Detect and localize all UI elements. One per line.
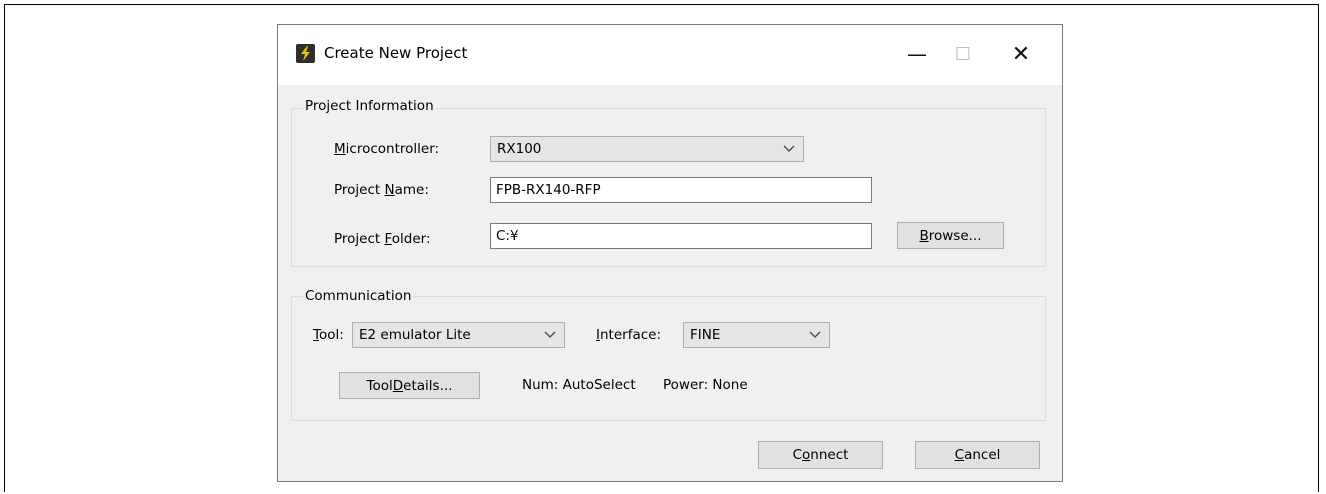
microcontroller-value: RX100 xyxy=(497,141,542,157)
microcontroller-label: Microcontroller: xyxy=(334,141,440,157)
power-status: Power: None xyxy=(663,377,748,393)
project-folder-input[interactable] xyxy=(490,223,872,249)
microcontroller-select[interactable]: RX100 xyxy=(490,136,804,162)
project-folder-label: Project Folder: xyxy=(334,231,431,247)
tool-details-button[interactable]: Tool Details... xyxy=(339,372,480,399)
interface-value: FINE xyxy=(690,327,721,343)
chevron-down-icon xyxy=(783,145,795,152)
maximize-icon[interactable]: ☐ xyxy=(940,34,986,74)
project-name-input[interactable] xyxy=(490,177,872,203)
app-icon xyxy=(296,44,315,63)
cancel-button[interactable]: Cancel xyxy=(915,441,1040,469)
minimize-icon[interactable]: — xyxy=(894,34,940,74)
create-new-project-dialog: Create New Project — ☐ ✕ Project Informa… xyxy=(277,24,1063,482)
close-icon[interactable]: ✕ xyxy=(998,34,1044,74)
title-bar[interactable]: Create New Project — ☐ ✕ xyxy=(278,25,1062,85)
tool-label: Tool: xyxy=(313,327,344,343)
interface-select[interactable]: FINE xyxy=(683,322,830,348)
dialog-title: Create New Project xyxy=(324,44,468,62)
tool-value: E2 emulator Lite xyxy=(359,327,471,343)
chevron-down-icon xyxy=(544,331,556,338)
chevron-down-icon xyxy=(809,331,821,338)
connect-button[interactable]: Co nnect xyxy=(758,441,883,469)
project-information-label: Project Information xyxy=(303,98,436,114)
browse-button[interactable]: Browse... xyxy=(897,222,1004,249)
tool-select[interactable]: E2 emulator Lite xyxy=(352,322,565,348)
communication-group xyxy=(291,296,1046,421)
communication-label: Communication xyxy=(303,288,414,304)
num-status: Num: AutoSelect xyxy=(522,377,636,393)
interface-label: Interface: xyxy=(596,327,661,343)
project-name-label: Project Name: xyxy=(334,182,429,198)
